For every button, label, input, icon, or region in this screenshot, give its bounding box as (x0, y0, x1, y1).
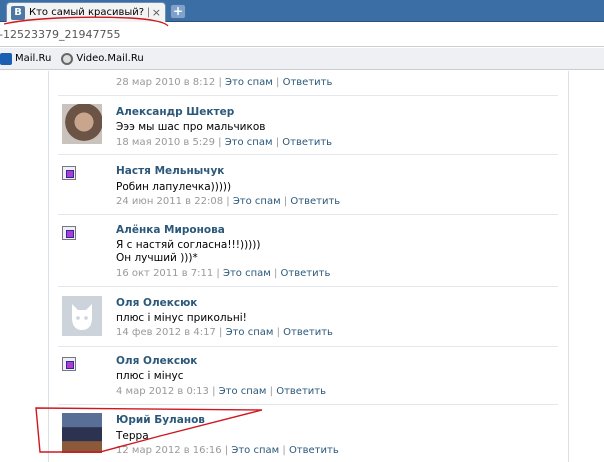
avatar[interactable] (62, 413, 102, 453)
bookmark-label: Video.Mail.Ru (76, 53, 144, 64)
comment-text: Терра (116, 430, 149, 442)
avatar[interactable] (62, 296, 102, 336)
comment-text: плюс і мінус (116, 370, 184, 382)
comment-meta: 14 фев 2012 в 4:17 | Это спам | Ответить (116, 327, 333, 338)
reply-link[interactable]: Ответить (283, 77, 333, 88)
comment-text: Робин лапулечка))))) (116, 181, 232, 193)
comment-date: 18 мая 2010 в 5:29 (116, 137, 215, 148)
comment-author[interactable]: Оля Олексюк (116, 297, 197, 309)
comment-date: 14 фев 2012 в 4:17 (116, 327, 216, 338)
tab-strip: B Кто самый красивый? | Фан × + (0, 0, 604, 22)
video-icon (61, 52, 74, 65)
comment-author[interactable]: Юрий Буланов (116, 414, 205, 426)
comment-text: Я с настяй согласна!!!))))) (116, 239, 261, 251)
address-text: -12523379_21947755 (0, 28, 121, 41)
spam-link[interactable]: Это спам (219, 386, 267, 397)
comments-page: 28 мар 2010 в 8:12 | Это спам | Ответить… (0, 71, 604, 462)
avatar[interactable] (62, 104, 102, 144)
broken-image-icon[interactable] (62, 357, 76, 371)
bookmark-video-mailru[interactable]: Video.Mail.Ru (61, 52, 144, 65)
comment-date: 16 окт 2011 в 7:11 (116, 268, 214, 279)
spam-link[interactable]: Это спам (233, 196, 281, 207)
dog-placeholder-icon (72, 304, 92, 330)
spam-link[interactable]: Это спам (225, 137, 273, 148)
comment-meta: 4 мар 2012 в 0:13 | Это спам | Ответить (116, 386, 326, 397)
comment-author[interactable]: Алёнка Миронова (116, 224, 225, 236)
divider (58, 286, 558, 287)
divider (58, 95, 558, 96)
mail-icon (0, 52, 12, 65)
separator: | (212, 386, 216, 397)
vk-favicon-icon: B (11, 5, 25, 20)
spam-link[interactable]: Это спам (231, 445, 279, 456)
separator: | (218, 137, 222, 148)
separator: | (224, 445, 229, 456)
separator: | (276, 327, 280, 338)
spam-link[interactable]: Это спам (223, 268, 271, 279)
separator: | (216, 268, 220, 279)
comment-text: Эээ мы шас про мальчиков (116, 121, 266, 133)
broken-image-icon[interactable] (62, 226, 76, 240)
reply-link[interactable]: Ответить (283, 327, 333, 338)
separator: | (269, 386, 274, 397)
bookmark-mailru[interactable]: Mail.Ru (0, 52, 52, 65)
comment-author[interactable]: Александр Шектер (116, 106, 234, 118)
comment-date: 12 мар 2012 в 16:16 (116, 445, 222, 456)
browser-tab[interactable]: B Кто самый красивый? | Фан × (6, 2, 166, 22)
divider (58, 404, 558, 405)
comment-meta: 28 мар 2010 в 8:12 | Это спам | Ответить (116, 77, 332, 88)
bookmark-label: Mail.Ru (15, 53, 52, 64)
reply-link[interactable]: Ответить (282, 137, 332, 148)
comment-date: 4 мар 2012 в 0:13 (116, 386, 209, 397)
reply-link[interactable]: Ответить (290, 196, 340, 207)
new-tab-button[interactable]: + (170, 4, 186, 19)
spam-link[interactable]: Это спам (225, 77, 273, 88)
reply-link[interactable]: Ответить (281, 268, 331, 279)
divider (58, 214, 558, 215)
separator: | (282, 445, 286, 456)
comment-text: Он лучший )))* (116, 252, 198, 264)
bookmarks-bar: Mail.Ru Video.Mail.Ru (0, 48, 604, 70)
spam-link[interactable]: Это спам (226, 327, 274, 338)
comment-author[interactable]: Оля Олексюк (116, 355, 197, 367)
column-border-left (48, 71, 49, 462)
divider (58, 346, 558, 347)
separator: | (226, 196, 230, 207)
separator: | (218, 77, 222, 88)
divider (58, 154, 558, 155)
address-bar[interactable]: -12523379_21947755 (0, 23, 604, 47)
column-border-right (568, 71, 569, 462)
comment-meta: 12 мар 2012 в 16:16 | Это спам | Ответит… (116, 445, 339, 456)
separator: | (283, 196, 288, 207)
close-icon[interactable]: × (152, 6, 161, 19)
comment-date: 24 июн 2011 в 22:08 (116, 196, 224, 207)
comment-author[interactable]: Настя Мельнычук (116, 165, 224, 177)
comment-text: плюс і мінус прикольні! (116, 312, 247, 324)
separator: | (219, 327, 223, 338)
comment-meta: 18 мая 2010 в 5:29 | Это спам | Ответить (116, 137, 332, 148)
comment-meta: 24 июн 2011 в 22:08 | Это спам | Ответит… (116, 196, 340, 207)
broken-image-icon[interactable] (62, 166, 76, 180)
comment-date: 28 мар 2010 в 8:12 (116, 77, 216, 88)
reply-link[interactable]: Ответить (276, 386, 326, 397)
reply-link[interactable]: Ответить (289, 445, 339, 456)
separator: | (273, 268, 278, 279)
tab-title: Кто самый красивый? | Фан (29, 7, 149, 18)
separator: | (275, 137, 280, 148)
comment-meta: 16 окт 2011 в 7:11 | Это спам | Ответить (116, 268, 330, 279)
separator: | (276, 77, 280, 88)
